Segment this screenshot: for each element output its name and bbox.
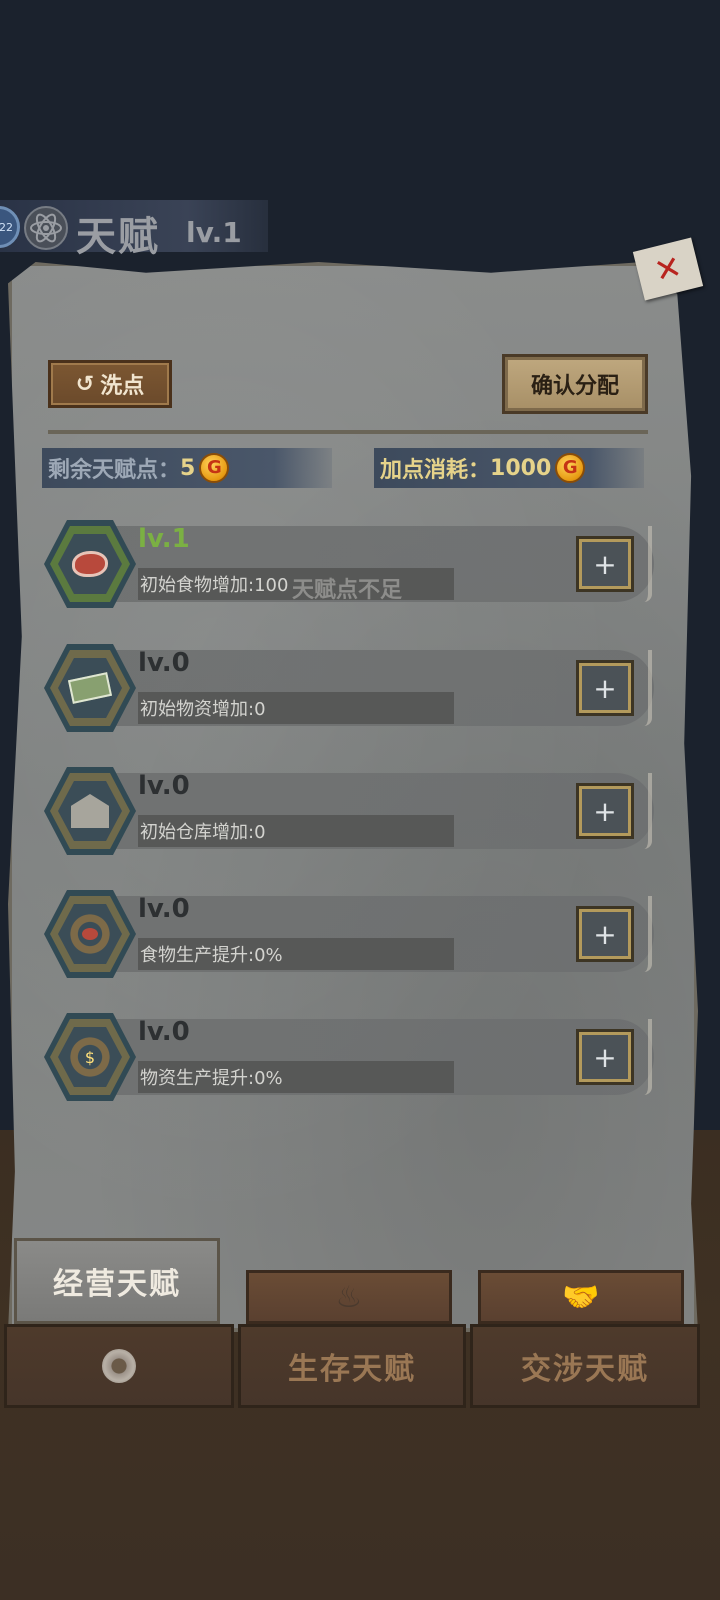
talent-row: $ lv.0 物资生产提升:0% + [44, 1013, 662, 1101]
divider [48, 430, 648, 434]
tab-negotiation-talent[interactable]: 交涉天赋 [470, 1324, 700, 1408]
remaining-points-label: 剩余天赋点： [48, 458, 181, 483]
coin-icon: G [555, 453, 586, 483]
talent-row: lv.0 初始仓库增加:0 + [44, 767, 662, 855]
reset-button[interactable]: ↺ 洗点 [48, 360, 172, 408]
warehouse-icon [71, 794, 109, 828]
level-badge-text: 22 [0, 220, 13, 234]
atom-icon [24, 206, 68, 250]
tab-business-talent[interactable]: 经营天赋 [14, 1238, 220, 1324]
talent-description: 初始仓库增加:0 [138, 815, 454, 847]
talent-description: 初始物资增加:0 [138, 692, 454, 724]
close-icon: ✕ [650, 247, 686, 291]
page-level: lv.1 [186, 216, 242, 249]
add-point-button[interactable]: + [576, 536, 634, 592]
confirm-button-label: 确认分配 [530, 374, 619, 399]
talent-level: lv.0 [138, 771, 190, 801]
talent-row-edge [644, 896, 652, 972]
cash-icon [67, 672, 113, 704]
atom-svg [30, 213, 62, 243]
upgrade-cost: 加点消耗： 1000 G [374, 448, 644, 488]
talent-level: lv.1 [138, 524, 190, 554]
page-title: 天赋 [76, 214, 160, 260]
tab-survival-label: 生存天赋 [288, 1352, 416, 1387]
talent-row-edge [644, 650, 652, 726]
talent-level: lv.0 [138, 648, 190, 678]
tab-negotiation-label: 交涉天赋 [521, 1352, 649, 1387]
insufficient-points-toast: 天赋点不足 [292, 578, 403, 603]
add-point-button[interactable]: + [576, 906, 634, 962]
refresh-icon: ↺ [75, 371, 95, 397]
confirm-allocation-button[interactable]: 确认分配 [502, 354, 648, 414]
money-gear-icon: $ [68, 1035, 112, 1079]
add-point-button[interactable]: + [576, 783, 634, 839]
talent-level: lv.0 [138, 894, 190, 924]
talent-row-edge [644, 1019, 652, 1095]
reset-button-label: 洗点 [100, 374, 145, 399]
upgrade-cost-label: 加点消耗： [380, 458, 491, 483]
add-point-button[interactable]: + [576, 1029, 634, 1085]
tab-survival-talent[interactable]: 生存天赋 [238, 1324, 466, 1408]
tab-negotiation-top[interactable]: 🤝 [478, 1270, 684, 1324]
coin-slot-icon [102, 1349, 136, 1383]
tab-business-bottom[interactable] [4, 1324, 234, 1408]
talent-row: lv.0 食物生产提升:0% + [44, 890, 662, 978]
campfire-icon: ♨ [335, 1279, 363, 1315]
remaining-points-value: 5 [180, 455, 196, 481]
talent-row-edge [644, 526, 652, 602]
add-point-button[interactable]: + [576, 660, 634, 716]
coin-icon: G [199, 453, 230, 483]
food-gear-icon [68, 912, 112, 956]
talent-row-edge [644, 773, 652, 849]
handshake-icon: 🤝 [562, 1279, 600, 1315]
talent-row: lv.0 初始物资增加:0 + [44, 644, 662, 732]
remaining-points: 剩余天赋点： 5 G [42, 448, 332, 488]
close-button[interactable]: ✕ [632, 237, 704, 301]
talent-description: 物资生产提升:0% [138, 1061, 454, 1093]
talent-description: 食物生产提升:0% [138, 938, 454, 970]
upgrade-cost-value: 1000 [490, 455, 552, 481]
steak-icon [72, 551, 108, 577]
talent-level: lv.0 [138, 1017, 190, 1047]
tab-business-label: 经营天赋 [53, 1267, 181, 1302]
tab-survival-top[interactable]: ♨ [246, 1270, 452, 1324]
